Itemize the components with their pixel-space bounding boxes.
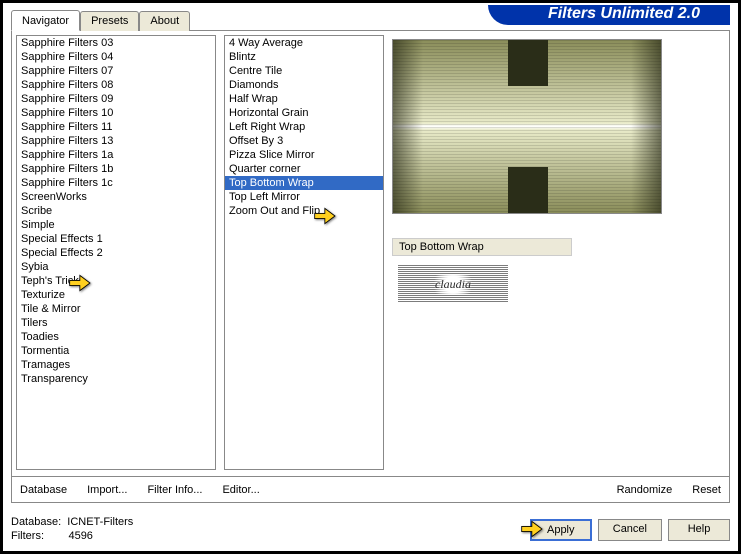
filter-info-button[interactable]: Filter Info... <box>147 484 202 496</box>
filter-item[interactable]: Centre Tile <box>225 64 383 78</box>
category-item[interactable]: Tile & Mirror <box>17 302 215 316</box>
category-item[interactable]: Teph's Tricks <box>17 274 215 288</box>
filter-item[interactable]: Left Right Wrap <box>225 120 383 134</box>
tab-about[interactable]: About <box>139 11 190 31</box>
category-item[interactable]: Tormentia <box>17 344 215 358</box>
tab-bar: Navigator Presets About <box>11 11 190 31</box>
randomize-button[interactable]: Randomize <box>617 484 673 496</box>
apply-button[interactable]: Apply <box>530 519 592 541</box>
filter-item[interactable]: Blintz <box>225 50 383 64</box>
tab-navigator[interactable]: Navigator <box>11 10 80 31</box>
filter-item[interactable]: Horizontal Grain <box>225 106 383 120</box>
category-item[interactable]: Transparency <box>17 372 215 386</box>
filter-item[interactable]: Diamonds <box>225 78 383 92</box>
navigator-panel: Sapphire Filters 03Sapphire Filters 04Sa… <box>11 30 730 503</box>
category-item[interactable]: Simple <box>17 218 215 232</box>
category-item[interactable]: Special Effects 2 <box>17 246 215 260</box>
filter-list[interactable]: 4 Way AverageBlintzCentre TileDiamondsHa… <box>224 35 384 470</box>
category-item[interactable]: Sapphire Filters 1a <box>17 148 215 162</box>
filter-name-label: Top Bottom Wrap <box>392 238 572 256</box>
toolbar: Database Import... Filter Info... Editor… <box>12 476 729 502</box>
filter-item[interactable]: 4 Way Average <box>225 36 383 50</box>
category-item[interactable]: Sybia <box>17 260 215 274</box>
category-item[interactable]: Tilers <box>17 316 215 330</box>
filter-item[interactable]: Zoom Out and Flip <box>225 204 383 218</box>
reset-button[interactable]: Reset <box>692 484 721 496</box>
tab-presets[interactable]: Presets <box>80 11 139 31</box>
category-item[interactable]: Toadies <box>17 330 215 344</box>
filters-count-label: Filters: <box>11 530 44 542</box>
editor-button[interactable]: Editor... <box>222 484 259 496</box>
filter-item[interactable]: Pizza Slice Mirror <box>225 148 383 162</box>
filter-item[interactable]: Half Wrap <box>225 92 383 106</box>
filter-item[interactable]: Quarter corner <box>225 162 383 176</box>
category-item[interactable]: Special Effects 1 <box>17 232 215 246</box>
filter-item[interactable]: Top Left Mirror <box>225 190 383 204</box>
db-label: Database: <box>11 516 61 528</box>
category-item[interactable]: Sapphire Filters 10 <box>17 106 215 120</box>
category-item[interactable]: Sapphire Filters 04 <box>17 50 215 64</box>
status-bar: Database: ICNET-Filters Filters: 4596 <box>11 515 530 547</box>
app-title: Filters Unlimited 2.0 <box>488 5 730 25</box>
category-item[interactable]: Sapphire Filters 07 <box>17 64 215 78</box>
category-list[interactable]: Sapphire Filters 03Sapphire Filters 04Sa… <box>16 35 216 470</box>
category-item[interactable]: Tramages <box>17 358 215 372</box>
category-item[interactable]: Texturize <box>17 288 215 302</box>
watermark: claudia <box>398 265 508 303</box>
filter-item[interactable]: Offset By 3 <box>225 134 383 148</box>
category-item[interactable]: Sapphire Filters 1b <box>17 162 215 176</box>
category-item[interactable]: Sapphire Filters 11 <box>17 120 215 134</box>
filter-item[interactable]: Top Bottom Wrap <box>225 176 383 190</box>
category-item[interactable]: Sapphire Filters 09 <box>17 92 215 106</box>
cancel-button[interactable]: Cancel <box>598 519 662 541</box>
category-item[interactable]: Sapphire Filters 03 <box>17 36 215 50</box>
filters-count-value: 4596 <box>68 530 92 542</box>
category-item[interactable]: ScreenWorks <box>17 190 215 204</box>
import-button[interactable]: Import... <box>87 484 127 496</box>
category-item[interactable]: Sapphire Filters 08 <box>17 78 215 92</box>
db-value: ICNET-Filters <box>67 516 133 528</box>
category-item[interactable]: Sapphire Filters 13 <box>17 134 215 148</box>
help-button[interactable]: Help <box>668 519 730 541</box>
database-button[interactable]: Database <box>20 484 67 496</box>
category-item[interactable]: Sapphire Filters 1c <box>17 176 215 190</box>
preview-image <box>392 39 662 214</box>
category-item[interactable]: Scribe <box>17 204 215 218</box>
